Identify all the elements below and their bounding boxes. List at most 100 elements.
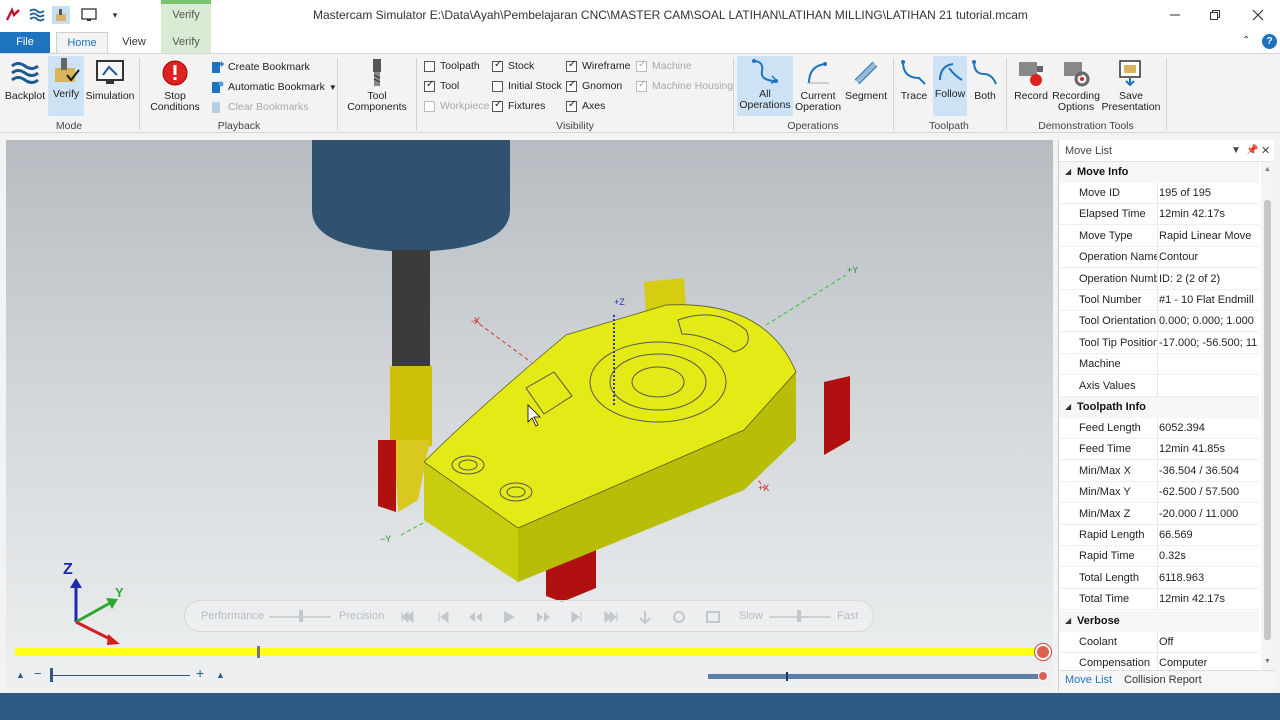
property-row[interactable]: Total Time 12min 42.17s xyxy=(1059,589,1259,611)
rewind-icon[interactable] xyxy=(467,609,483,625)
property-row[interactable]: Total Length 6118.963 xyxy=(1059,567,1259,589)
automatic-bookmark-button[interactable]: Automatic Bookmark ▼ xyxy=(210,80,337,94)
panel-scrollbar[interactable]: ▲ ▼ xyxy=(1261,162,1274,670)
property-row[interactable]: Min/Max X -36.504 / 36.504 xyxy=(1059,460,1259,482)
property-row[interactable]: Move ID 195 of 195 xyxy=(1059,183,1259,204)
property-row[interactable]: Coolant Off xyxy=(1059,631,1259,653)
simulation-quick-icon[interactable] xyxy=(80,6,98,24)
stop-at-bookmark-icon[interactable] xyxy=(637,609,653,625)
section-header[interactable]: ◢ Toolpath Info xyxy=(1059,397,1259,418)
scrollbar-thumb[interactable] xyxy=(1264,200,1271,640)
checkbox-box[interactable] xyxy=(636,59,647,72)
simulation-viewport[interactable]: +Y +X -X −Y +Z Z Y Performance Precision… xyxy=(6,140,1053,691)
property-row[interactable]: Feed Length 6052.394 xyxy=(1059,418,1259,439)
property-row[interactable]: Axis Values xyxy=(1059,375,1259,397)
zoom-minus-icon[interactable]: − xyxy=(34,666,42,681)
simulation-button[interactable]: Simulation xyxy=(85,58,135,116)
follow-button[interactable]: Follow xyxy=(933,56,967,116)
visibility-initial-stock-checkbox[interactable]: Initial Stock xyxy=(492,80,562,92)
property-row[interactable]: Move Type Rapid Linear Move xyxy=(1059,225,1259,247)
property-row[interactable]: Operation NumberID: 2 (2 of 2) xyxy=(1059,268,1259,290)
visibility-wireframe-checkbox[interactable]: Wireframe xyxy=(566,59,630,72)
stop-conditions-button[interactable]: Stop Conditions xyxy=(144,58,206,116)
visibility-machine-checkbox[interactable]: Machine xyxy=(636,59,692,72)
scroll-up-icon[interactable]: ▲ xyxy=(1264,166,1271,173)
collapse-triangle-icon[interactable]: ◢ xyxy=(1065,167,1071,176)
loop-icon[interactable] xyxy=(671,609,687,625)
record-button[interactable]: Record xyxy=(1011,58,1051,116)
both-button[interactable]: Both xyxy=(969,58,1001,116)
tab-home[interactable]: Home xyxy=(56,32,108,53)
operation-timeline-bar[interactable] xyxy=(708,674,1046,679)
zoom-slider-thumb[interactable] xyxy=(50,668,53,682)
progress-slider-thumb[interactable] xyxy=(1035,644,1051,660)
property-row[interactable]: Tool Number #1 - 10 Flat Endmill xyxy=(1059,290,1259,311)
tool-components-button[interactable]: Tool Components xyxy=(342,58,412,116)
collapse-triangle-icon[interactable]: ◢ xyxy=(1065,402,1071,411)
scroll-down-icon[interactable]: ▼ xyxy=(1264,658,1271,665)
visibility-axes-checkbox[interactable]: Axes xyxy=(566,99,605,112)
panel-close-icon[interactable]: ✕ xyxy=(1261,144,1270,157)
trace-button[interactable]: Trace xyxy=(897,58,931,116)
save-presentation-button[interactable]: Save Presentation xyxy=(1101,58,1161,116)
property-row[interactable]: Operation Name Contour xyxy=(1059,247,1259,269)
visibility-machine-housing-checkbox[interactable]: Machine Housing xyxy=(636,79,733,92)
help-icon[interactable]: ? xyxy=(1262,34,1277,49)
simulation-progress-bar[interactable] xyxy=(15,648,1045,656)
current-operation-button[interactable]: Current Operation xyxy=(795,58,841,116)
step-back-icon[interactable] xyxy=(435,609,451,625)
property-row[interactable]: Rapid Time 0.32s xyxy=(1059,546,1259,568)
step-forward-icon[interactable] xyxy=(569,609,585,625)
property-row[interactable]: Min/Max Z -20.000 / 11.000 xyxy=(1059,503,1259,525)
property-row[interactable]: Elapsed Time 12min 42.17s xyxy=(1059,204,1259,226)
tab-move-list[interactable]: Move List xyxy=(1065,674,1112,686)
zoom-in-step-icon[interactable]: ▲ xyxy=(216,670,225,680)
property-row[interactable]: Feed Time 12min 41.85s xyxy=(1059,439,1259,461)
checkbox-box[interactable] xyxy=(492,59,503,72)
property-row[interactable]: Machine xyxy=(1059,354,1259,376)
checkbox-box[interactable] xyxy=(492,80,503,92)
clear-bookmarks-button[interactable]: Clear Bookmarks xyxy=(210,100,309,114)
verify-quick-icon[interactable] xyxy=(52,6,70,24)
skip-to-end-icon[interactable] xyxy=(603,609,619,625)
visibility-stock-checkbox[interactable]: Stock xyxy=(492,59,534,72)
property-row[interactable]: Rapid Length 66.569 xyxy=(1059,525,1259,546)
visibility-tool-checkbox[interactable]: Tool xyxy=(424,79,459,92)
section-header[interactable]: ◢ Move Info xyxy=(1059,162,1259,183)
toggle-mode-icon[interactable] xyxy=(705,609,721,625)
pin-icon[interactable]: 📌 xyxy=(1246,145,1258,156)
tab-view[interactable]: View xyxy=(112,32,156,53)
checkbox-box[interactable] xyxy=(492,99,503,112)
play-icon[interactable] xyxy=(501,609,517,625)
checkbox-box[interactable] xyxy=(636,79,647,92)
backplot-quick-icon[interactable] xyxy=(28,6,46,24)
visibility-gnomon-checkbox[interactable]: Gnomon xyxy=(566,79,622,92)
zoom-out-step-icon[interactable]: ▲ xyxy=(16,670,25,680)
create-bookmark-button[interactable]: Create Bookmark xyxy=(210,60,310,74)
visibility-fixtures-checkbox[interactable]: Fixtures xyxy=(492,99,545,112)
checkbox-box[interactable] xyxy=(424,60,435,72)
minimize-button[interactable] xyxy=(1160,4,1190,26)
panel-menu-icon[interactable]: ▼ xyxy=(1231,145,1241,156)
verify-button[interactable]: Verify xyxy=(48,56,84,116)
tab-file[interactable]: File xyxy=(0,32,50,53)
section-header[interactable]: ◢ Verbose xyxy=(1059,610,1259,632)
restore-button[interactable] xyxy=(1200,4,1230,26)
collapse-triangle-icon[interactable]: ◢ xyxy=(1065,616,1071,625)
zoom-slider-track[interactable] xyxy=(52,675,190,676)
tab-verify[interactable]: Verify xyxy=(161,32,211,53)
checkbox-box[interactable] xyxy=(566,79,577,92)
tab-collision-report[interactable]: Collision Report xyxy=(1124,674,1202,686)
property-row[interactable]: Tool Orientation 0.000; 0.000; 1.000 xyxy=(1059,311,1259,333)
checkbox-box[interactable] xyxy=(424,100,435,112)
operation-timeline-thumb[interactable] xyxy=(1038,671,1048,681)
visibility-workpiece-checkbox[interactable]: Workpiece xyxy=(424,100,489,112)
checkbox-box[interactable] xyxy=(566,59,577,72)
backplot-button[interactable]: Backplot xyxy=(4,58,46,116)
property-row[interactable]: Tool Tip Position-17.000; -56.500; 11.00… xyxy=(1059,332,1259,354)
skip-to-start-icon[interactable] xyxy=(399,609,415,625)
all-operations-button[interactable]: All Operations xyxy=(737,56,793,116)
recording-options-button[interactable]: Recording Options xyxy=(1052,58,1100,116)
property-row[interactable]: Min/Max Y -62.500 / 57.500 xyxy=(1059,482,1259,504)
fast-forward-icon[interactable] xyxy=(535,609,551,625)
